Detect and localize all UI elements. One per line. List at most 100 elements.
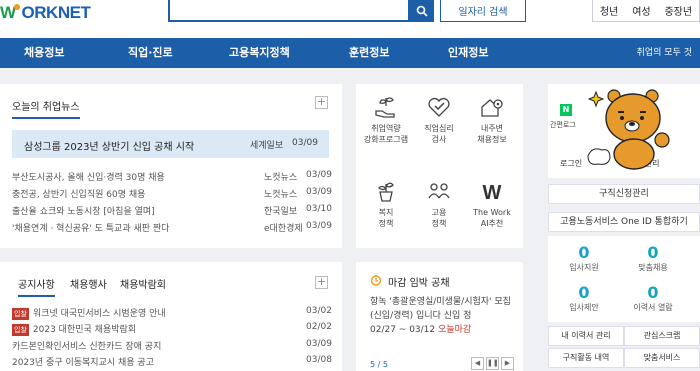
news-source: 한국일보 bbox=[264, 207, 298, 217]
tab-youth[interactable]: 청년 bbox=[600, 3, 618, 18]
news-title: 충전공, 상반기 신입직원 60명 채용 bbox=[12, 190, 146, 200]
notice-title: 2023 대한민국 채용박람회 bbox=[32, 325, 137, 335]
next-button[interactable]: ▶ bbox=[501, 357, 514, 370]
service-welfare-policy[interactable]: 복지 정책 bbox=[359, 178, 413, 229]
w-logo-icon: W bbox=[483, 182, 502, 204]
notice-date: 02/02 bbox=[306, 322, 332, 332]
svg-text:W: W bbox=[483, 182, 502, 204]
worknet-logo[interactable]: W ORKNET bbox=[0, 3, 91, 23]
service-thework-ai[interactable]: W The Work AI추천 bbox=[465, 178, 519, 229]
custom-service-button[interactable]: 맞춤서비스 bbox=[624, 348, 700, 368]
nav-welfare-policy[interactable]: 고용복지정책 bbox=[229, 38, 290, 68]
tab-middle-age[interactable]: 중장년 bbox=[664, 3, 692, 18]
job-search-button[interactable]: 일자리 검색 bbox=[440, 0, 526, 22]
news-date: 03/09 bbox=[306, 170, 332, 180]
table-row[interactable]: 2023년 중구 이동복지교시 채용 공고 03/08 bbox=[12, 355, 332, 370]
service-employment-policy[interactable]: 고용 정책 bbox=[412, 178, 466, 229]
news-date: 03/10 bbox=[306, 204, 332, 214]
job-news-more-button[interactable]: + bbox=[315, 96, 328, 109]
headline-news[interactable]: 삼성그룹 2023년 상반기 신입 공채 시작 세계일보 03/09 bbox=[12, 130, 329, 158]
stat-value: 0 bbox=[647, 243, 659, 262]
list-item[interactable]: 출산율 쇼크와 노동시장 [아침을 열며] 한국일보 03/10 bbox=[12, 204, 332, 220]
pager-count: 5 / 5 bbox=[370, 360, 388, 369]
stat-label: 입사제안 bbox=[569, 303, 599, 312]
news-source: 노컷뉴스 bbox=[264, 173, 298, 183]
table-row[interactable]: 입찰 2023 대한민국 채용박람회 02/02 bbox=[12, 322, 332, 337]
heart-check-icon bbox=[428, 97, 450, 117]
logo-dot-icon bbox=[13, 4, 20, 10]
list-item[interactable]: 부산도시공사, 올해 신입·경력 30명 채용 노컷뉴스 03/09 bbox=[12, 170, 332, 186]
stat-resume-views[interactable]: 0 이력서 열람 bbox=[623, 284, 683, 313]
deadline-title: 마감 임박 공채 bbox=[388, 278, 450, 289]
pause-button[interactable]: ❚❚ bbox=[486, 357, 499, 370]
stat-value: 0 bbox=[578, 243, 590, 262]
login-link[interactable]: 로그인 bbox=[560, 158, 582, 169]
headline-title: 삼성그룹 2023년 상반기 신입 공채 시작 bbox=[24, 142, 195, 153]
service-employment-program[interactable]: 취업역량 강화프로그램 bbox=[359, 94, 413, 145]
tab-women[interactable]: 여성 bbox=[632, 3, 650, 18]
nav-all-menu[interactable]: 취업의 모두 것 bbox=[637, 38, 692, 68]
nav-career[interactable]: 직업·진로 bbox=[128, 38, 173, 68]
nav-jobs[interactable]: 채용정보 bbox=[24, 38, 64, 68]
news-source: e대한경제 bbox=[264, 224, 303, 234]
notice-title: 워크넷 대국민서비스 시범운영 안내 bbox=[32, 309, 166, 319]
list-item[interactable]: 충전공, 상반기 신입직원 60명 채용 노컷뉴스 03/09 bbox=[12, 187, 332, 203]
notice-date: 03/02 bbox=[306, 306, 332, 316]
services-panel: 취업역량 강화프로그램 직업심리 검사 내주변 채용정보 복지 정책 고용 정책 W Th… bbox=[356, 84, 523, 248]
nav-training[interactable]: 훈련정보 bbox=[349, 38, 389, 68]
notice-title: 2023년 중구 이동복지교시 채용 공고 bbox=[12, 358, 154, 368]
table-row[interactable]: 카드본인확인서비스 신한카드 장애 공지 03/09 bbox=[12, 339, 332, 354]
one-id-integrate-button[interactable]: 고용노동서비스 One ID 통합하기 bbox=[548, 212, 700, 232]
naver-login-icon[interactable]: N bbox=[560, 104, 572, 116]
search-icon bbox=[416, 5, 428, 17]
news-title: 부산도시공사, 올해 신입·경력 30명 채용 bbox=[12, 173, 165, 183]
stat-label: 맞춤채용 bbox=[638, 263, 668, 272]
deadline-panel: 마감 임박 공채 항녹 '총괄운영실/미생물/시험자' 모집 (신입/경력) 입… bbox=[356, 262, 523, 371]
simple-login-label: 간편로그 bbox=[550, 121, 576, 129]
notice-date: 03/09 bbox=[306, 339, 332, 349]
plant-pot-icon bbox=[378, 182, 394, 202]
job-news-title[interactable]: 오늘의 취업뉴스 bbox=[12, 98, 80, 119]
tab-recruit-events[interactable]: 채용행사 bbox=[70, 276, 107, 291]
notice-title: 카드본인확인서비스 신한카드 장애 공지 bbox=[12, 342, 162, 352]
search-button[interactable] bbox=[410, 0, 434, 22]
hand-plant-icon bbox=[375, 97, 395, 118]
bid-badge: 입찰 bbox=[12, 324, 29, 336]
stat-label: 이력서 열람 bbox=[633, 303, 673, 312]
logo-text: ORKNET bbox=[21, 3, 91, 22]
deadline-period: 02/27 ~ 03/12 bbox=[370, 325, 436, 335]
today-deadline-badge: 오늘마감 bbox=[438, 325, 472, 335]
service-nearby-jobs[interactable]: 내주변 채용정보 bbox=[465, 94, 519, 145]
job-activity-button[interactable]: 구직활동 내역 bbox=[548, 348, 624, 368]
table-row[interactable]: 입찰 워크넷 대국민서비스 시범운영 안내 03/02 bbox=[12, 306, 332, 321]
notices-more-button[interactable]: + bbox=[315, 276, 328, 289]
news-source: 노컷뉴스 bbox=[264, 190, 298, 200]
news-date: 03/09 bbox=[306, 187, 332, 197]
bid-badge: 입찰 bbox=[12, 308, 29, 320]
alarm-clock-icon bbox=[370, 275, 382, 286]
notice-date: 03/08 bbox=[306, 355, 332, 365]
tab-job-fair[interactable]: 채용박람회 bbox=[120, 276, 166, 291]
headline-source: 세계일보 bbox=[250, 141, 284, 151]
main-nav: 채용정보 직업·진로 고용복지정책 훈련정보 인재정보 취업의 모두 것 bbox=[0, 38, 700, 68]
deadline-body-text: 항녹 '총괄운영실/미생물/시험자' 모집 (신입/경력) 입니다 신입 정 bbox=[370, 297, 511, 321]
stat-custom-jobs[interactable]: 0 맞춤채용 bbox=[623, 244, 683, 273]
nav-talent[interactable]: 인재정보 bbox=[448, 38, 488, 68]
search-input[interactable] bbox=[168, 0, 410, 22]
prev-button[interactable]: ◀ bbox=[471, 357, 484, 370]
job-application-manage-button[interactable]: 구직신청관리 bbox=[548, 184, 700, 204]
scrap-button[interactable]: 관심스크랩 bbox=[624, 326, 700, 346]
my-resume-button[interactable]: 내 이력서 관리 bbox=[548, 326, 624, 346]
stat-value: 0 bbox=[647, 283, 659, 302]
stat-job-offers[interactable]: 0 입사제안 bbox=[554, 284, 614, 313]
headline-date: 03/09 bbox=[292, 138, 318, 148]
bear-mascot-icon bbox=[587, 89, 670, 170]
service-psych-test[interactable]: 직업심리 검사 bbox=[412, 94, 466, 145]
stat-applications[interactable]: 0 입사지원 bbox=[554, 244, 614, 273]
people-icon bbox=[428, 183, 450, 199]
deadline-item[interactable]: 항녹 '총괄운영실/미생물/시험자' 모집 (신입/경력) 입니다 신입 정 0… bbox=[370, 295, 520, 337]
house-pin-icon bbox=[481, 99, 503, 117]
tab-notices[interactable]: 공지사항 bbox=[18, 276, 55, 297]
list-item[interactable]: '채용연계 · 혁신공유' 도 특교과 새판 짠다 e대한경제 03/09 bbox=[12, 221, 332, 237]
user-type-tabs: 청년 여성 중장년 bbox=[592, 0, 700, 22]
